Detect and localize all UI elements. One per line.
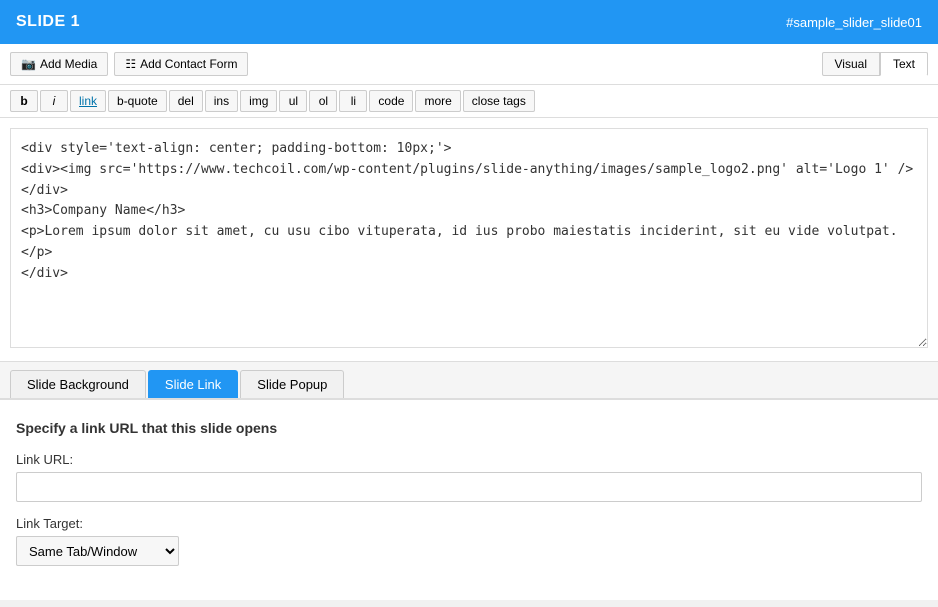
media-icon: 📷 bbox=[21, 57, 36, 71]
slide-id: #sample_slider_slide01 bbox=[786, 15, 922, 30]
visual-toggle-button[interactable]: Visual bbox=[822, 52, 880, 76]
editor-textarea[interactable]: <div style='text-align: center; padding-… bbox=[10, 128, 928, 348]
main-container: SLIDE 1 #sample_slider_slide01 📷 Add Med… bbox=[0, 0, 938, 600]
slide-header: SLIDE 1 #sample_slider_slide01 bbox=[0, 0, 938, 44]
link-url-field: Link URL: bbox=[16, 452, 922, 502]
slide-link-title: Specify a link URL that this slide opens bbox=[16, 420, 922, 436]
add-media-button[interactable]: 📷 Add Media bbox=[10, 52, 108, 76]
format-bar: b i link b-quote del ins img ul ol li co… bbox=[0, 85, 938, 118]
tab-content-slide-link: Specify a link URL that this slide opens… bbox=[0, 398, 938, 600]
format-del-button[interactable]: del bbox=[169, 90, 203, 112]
link-url-label: Link URL: bbox=[16, 452, 922, 467]
format-ol-button[interactable]: ol bbox=[309, 90, 337, 112]
tab-slide-link[interactable]: Slide Link bbox=[148, 370, 238, 398]
slide-title: SLIDE 1 bbox=[16, 13, 80, 31]
link-target-field: Link Target: Same Tab/Window New Tab/Win… bbox=[16, 516, 922, 566]
add-contact-form-button[interactable]: ☷ Add Contact Form bbox=[114, 52, 248, 76]
view-toggle: Visual Text bbox=[822, 52, 928, 76]
format-li-button[interactable]: li bbox=[339, 90, 367, 112]
link-target-select[interactable]: Same Tab/Window New Tab/Window bbox=[16, 536, 179, 566]
format-bold-button[interactable]: b bbox=[10, 90, 38, 112]
tab-slide-popup[interactable]: Slide Popup bbox=[240, 370, 344, 398]
link-target-label: Link Target: bbox=[16, 516, 922, 531]
format-close-tags-button[interactable]: close tags bbox=[463, 90, 535, 112]
format-ins-button[interactable]: ins bbox=[205, 90, 238, 112]
contact-form-icon: ☷ bbox=[125, 57, 136, 71]
format-italic-button[interactable]: i bbox=[40, 90, 68, 112]
format-code-button[interactable]: code bbox=[369, 90, 413, 112]
slide-tabs: Slide Background Slide Link Slide Popup bbox=[0, 361, 938, 398]
link-url-input[interactable] bbox=[16, 472, 922, 502]
format-more-button[interactable]: more bbox=[415, 90, 460, 112]
format-blockquote-button[interactable]: b-quote bbox=[108, 90, 167, 112]
format-ul-button[interactable]: ul bbox=[279, 90, 307, 112]
editor-area: <div style='text-align: center; padding-… bbox=[0, 118, 938, 361]
format-img-button[interactable]: img bbox=[240, 90, 277, 112]
format-link-button[interactable]: link bbox=[70, 90, 106, 112]
tab-slide-background[interactable]: Slide Background bbox=[10, 370, 146, 398]
text-toggle-button[interactable]: Text bbox=[880, 52, 928, 76]
editor-toolbar: 📷 Add Media ☷ Add Contact Form Visual Te… bbox=[0, 44, 938, 85]
